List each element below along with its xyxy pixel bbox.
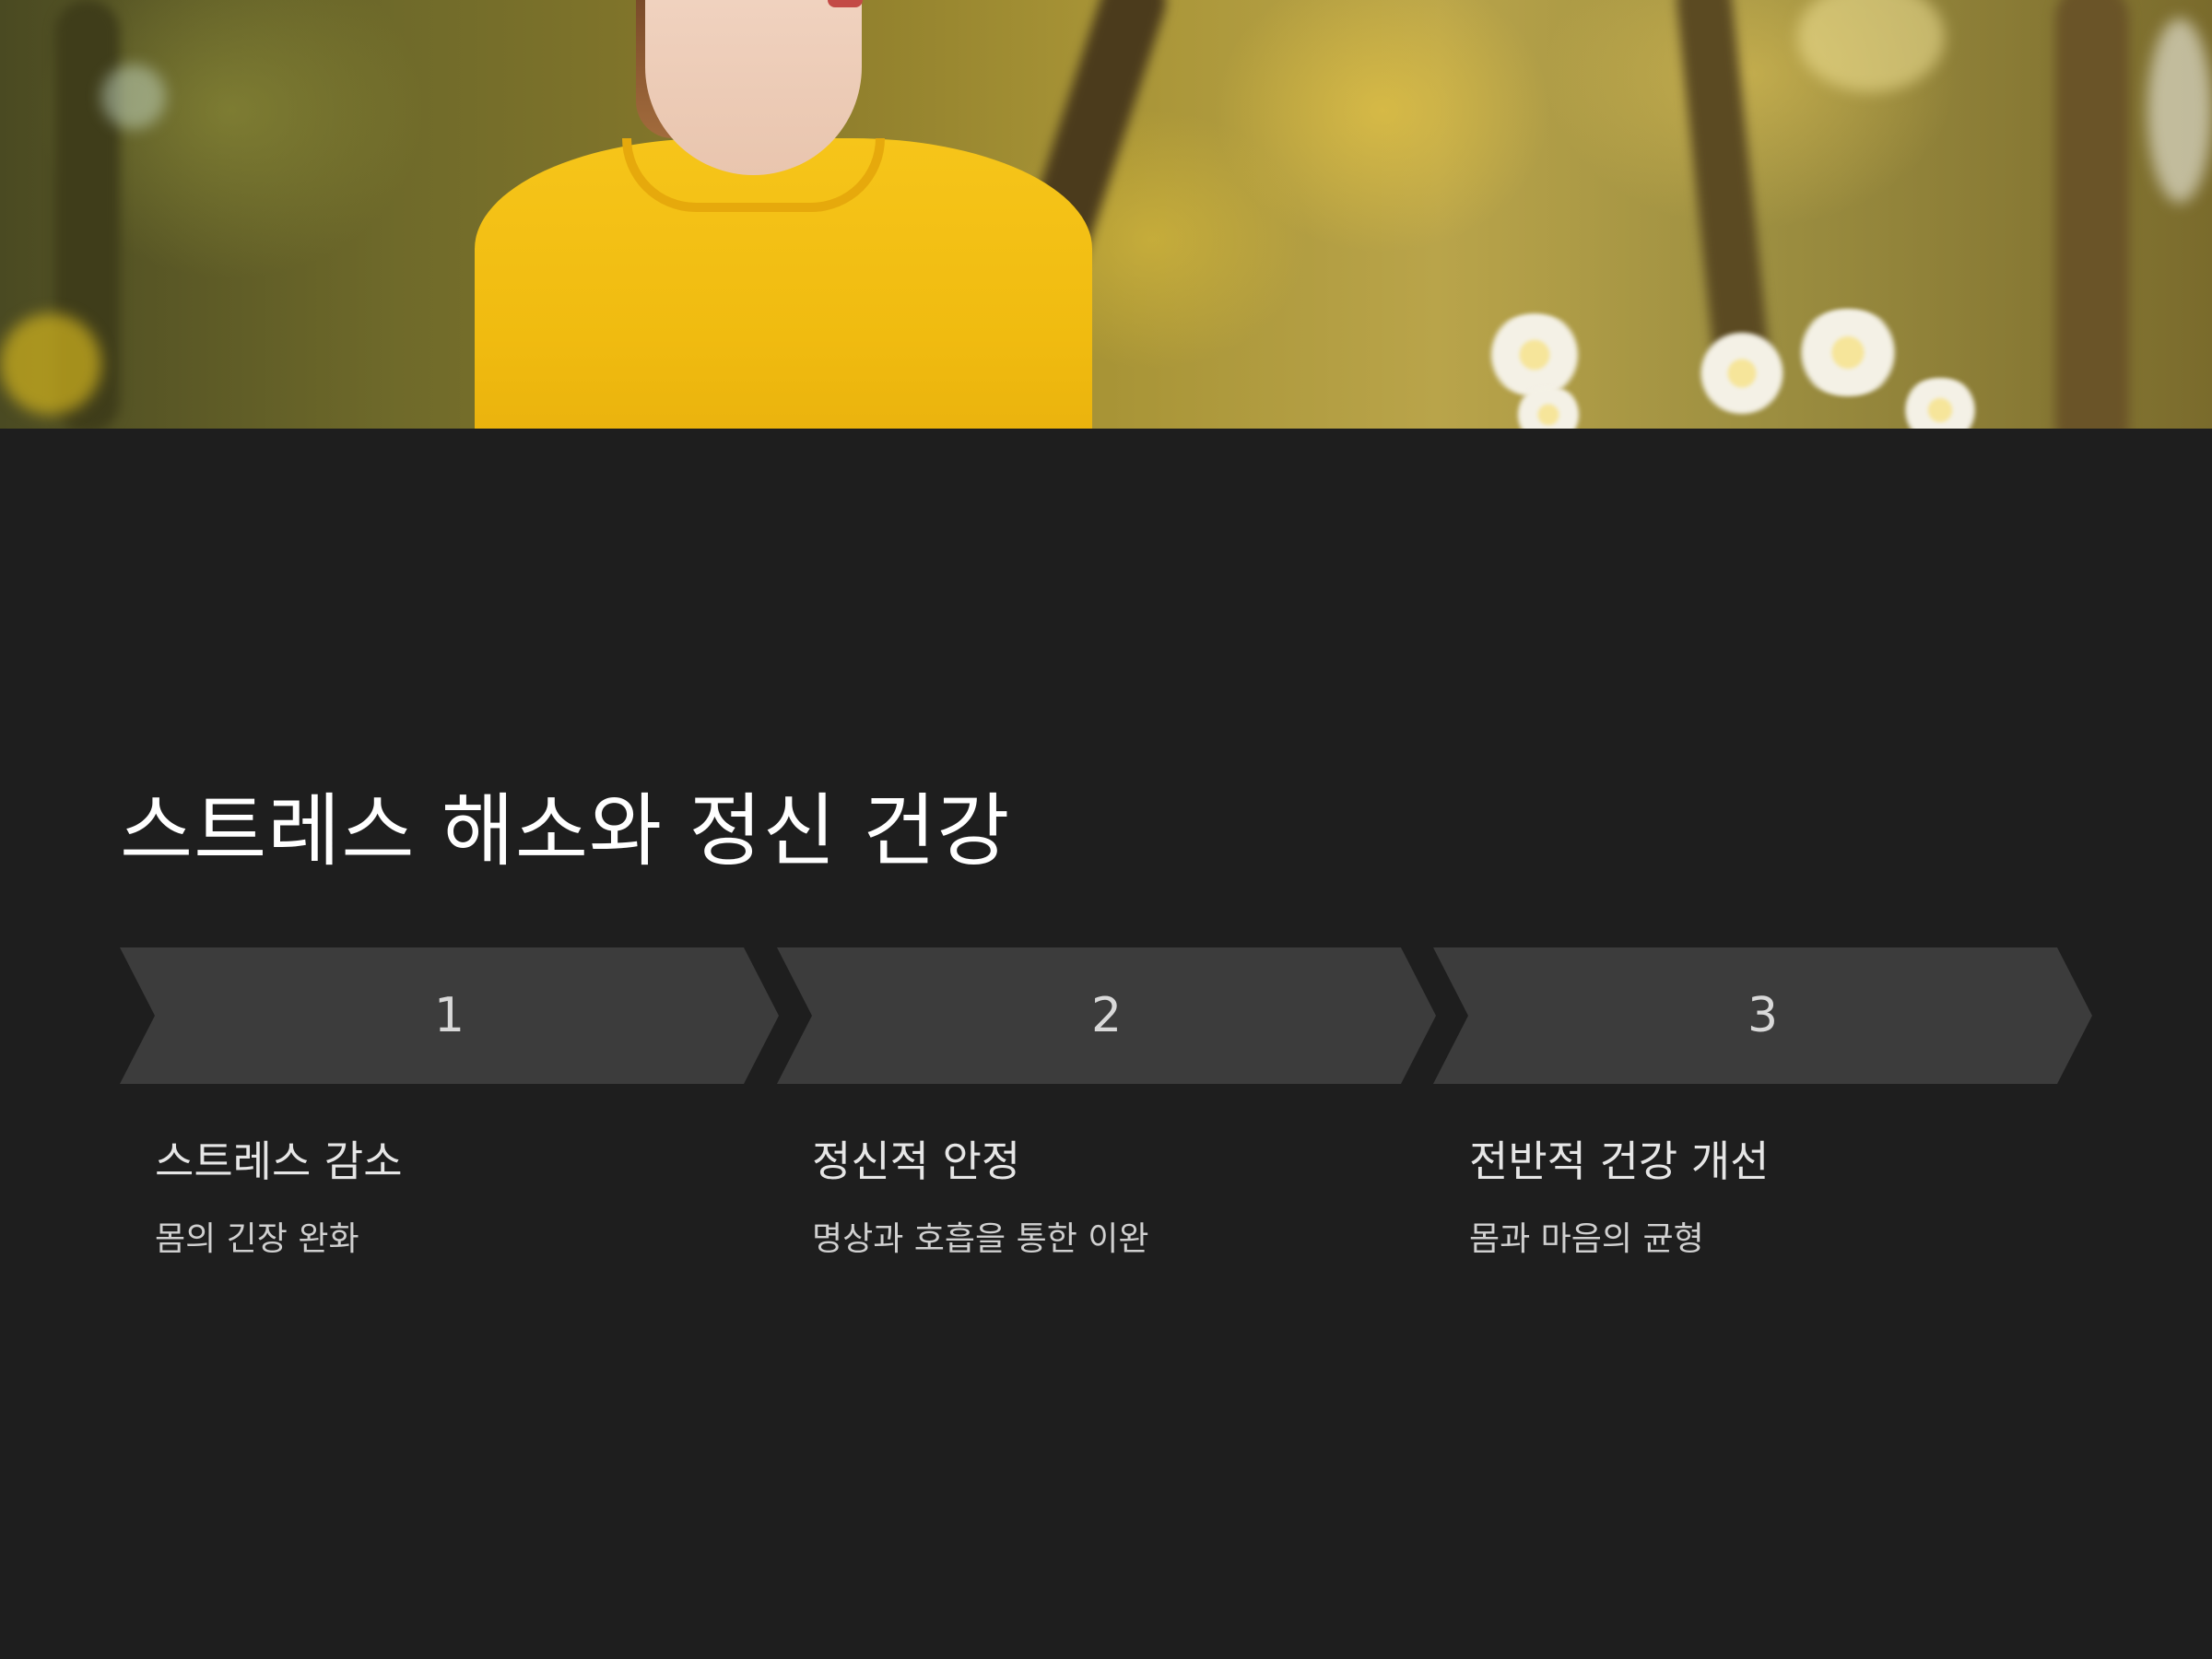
bokeh-light	[2147, 18, 2212, 203]
flower	[1696, 332, 1788, 415]
tree-trunk	[2055, 0, 2129, 429]
person-lip	[828, 0, 863, 7]
bokeh-light	[101, 65, 166, 129]
step-chevron-2: 2	[777, 947, 1436, 1084]
step-number: 1	[433, 988, 465, 1043]
step-description-3: 몸과 마음의 균형	[1469, 1220, 1704, 1258]
step-title-2: 정신적 안정	[812, 1136, 1021, 1186]
person-collar	[622, 138, 885, 212]
process-steps: 1 2 3	[120, 947, 2092, 1084]
step-description-1: 몸의 긴장 완화	[155, 1220, 359, 1258]
slide-title: 스트레스 해소와 정신 건강	[120, 785, 1011, 877]
bokeh-light	[1797, 0, 1945, 92]
slide: 스트레스 해소와 정신 건강 1 2 3 스트레스 감소 몸의 긴장 완화 정신…	[0, 0, 2212, 1659]
step-number: 3	[1747, 988, 1779, 1043]
flower	[1484, 313, 1585, 396]
step-title-3: 전반적 건강 개선	[1469, 1136, 1770, 1186]
flower	[1793, 309, 1903, 396]
flower	[1899, 378, 1982, 429]
bokeh-light	[0, 313, 101, 415]
step-description-2: 명상과 호흡을 통한 이완	[812, 1220, 1149, 1258]
step-number: 2	[1090, 988, 1123, 1043]
step-chevron-1: 1	[120, 947, 779, 1084]
hero-photo	[0, 0, 2212, 429]
step-chevron-3: 3	[1433, 947, 2092, 1084]
step-title-1: 스트레스 감소	[155, 1136, 403, 1186]
